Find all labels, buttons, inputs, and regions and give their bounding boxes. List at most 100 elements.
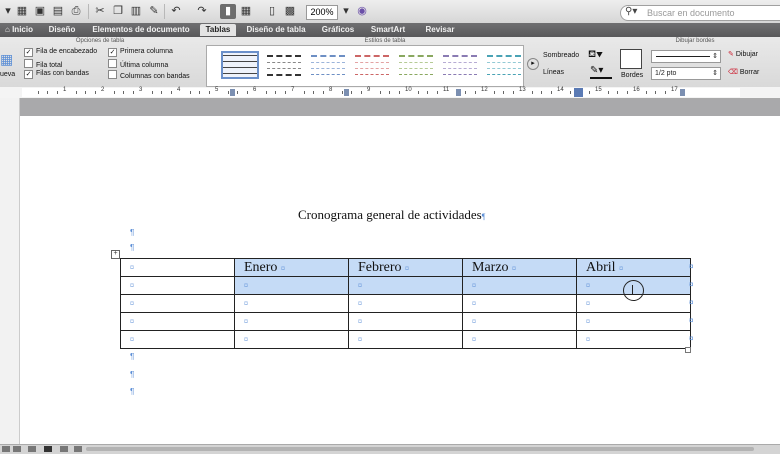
zoom-dropdown-icon[interactable]: ▾ <box>338 4 354 19</box>
table-cell[interactable]: ¤ <box>462 294 577 313</box>
table-cell[interactable]: ¤ <box>348 294 463 313</box>
table-style-swatch[interactable] <box>355 53 389 77</box>
column-marker[interactable] <box>456 89 461 96</box>
line-weight-dropdown[interactable]: 1/2 pto ⇕ <box>651 67 721 80</box>
erase-button[interactable]: ⌫ Borrar <box>728 68 759 76</box>
table-cell[interactable]: ¤ <box>348 330 463 349</box>
header-cell-enero[interactable]: Enero ¤ <box>234 258 349 277</box>
table-style-swatch[interactable] <box>267 53 301 77</box>
table-cell[interactable]: ¤ <box>120 330 235 349</box>
table-style-swatch[interactable] <box>399 53 433 77</box>
table-style-swatch[interactable] <box>443 53 477 77</box>
new-document-icon[interactable]: ▦ <box>14 4 30 19</box>
header-cell-abril[interactable]: Abril ¤ <box>576 258 691 277</box>
option-banded-columns[interactable]: Columnas con bandas <box>108 70 190 80</box>
checkbox-first-column[interactable]: ✓ <box>108 48 117 57</box>
header-cell-febrero[interactable]: Febrero ¤ <box>348 258 463 277</box>
table-cell[interactable]: ¤ <box>348 312 463 331</box>
pen-color-icon[interactable]: ✎▾ <box>590 65 603 76</box>
table-cell[interactable]: ¤ <box>234 276 349 295</box>
table-cell[interactable]: ¤ <box>234 294 349 313</box>
header-cell-marzo[interactable]: Marzo ¤ <box>462 258 577 277</box>
tab-diseno[interactable]: Diseño <box>44 24 80 36</box>
zoom-field[interactable]: 200% <box>306 5 338 20</box>
tab-inicio[interactable]: ⌂ Inicio <box>2 24 36 36</box>
table-style-swatch[interactable] <box>487 53 521 77</box>
cut-icon[interactable]: ✂ <box>92 4 108 19</box>
active-column-marker[interactable] <box>574 88 583 97</box>
option-banded-rows[interactable]: ✓ Filas con bandas <box>24 70 89 79</box>
table-cell[interactable]: ¤ <box>348 276 463 295</box>
focus-view-icon[interactable] <box>74 446 82 452</box>
table-move-handle[interactable]: + <box>111 250 120 259</box>
format-painter-icon[interactable]: ✎ <box>146 4 162 19</box>
tab-diseno-tabla[interactable]: Diseño de tabla <box>244 24 308 36</box>
document-title[interactable]: Cronograma general de actividades¶ <box>298 207 485 223</box>
option-total-row[interactable]: Fila total <box>24 59 62 69</box>
ruler-tick <box>655 91 656 94</box>
columns-icon[interactable]: ▯ <box>264 4 280 19</box>
table-styles-gallery[interactable] <box>206 45 524 87</box>
table-style-swatch[interactable] <box>311 53 345 77</box>
line-style-dropdown[interactable]: ⇕ <box>651 50 721 63</box>
table-icon[interactable]: ▦ <box>238 4 254 19</box>
templates-icon[interactable]: ▣ <box>32 4 48 19</box>
paste-icon[interactable]: ▥ <box>128 4 144 19</box>
table-cell[interactable]: ¤ <box>120 312 235 331</box>
column-marker[interactable] <box>680 89 685 96</box>
print-icon[interactable]: ⎙ <box>68 4 84 19</box>
checkbox-header-row[interactable]: ✓ <box>24 48 33 57</box>
paint-bucket-icon[interactable]: ⛾▾ <box>588 49 603 62</box>
scrollbar-thumb[interactable] <box>86 447 754 451</box>
checkbox-last-column[interactable] <box>108 59 117 68</box>
horizontal-ruler[interactable]: 1 2 3 4 5 6 7 8 9 10 11 12 13 14 15 16 17 <box>0 87 780 99</box>
table-cell[interactable]: ¤ <box>234 312 349 331</box>
print-layout-view-icon[interactable] <box>44 446 52 452</box>
new-table-label[interactable]: ueva <box>0 71 15 78</box>
checkbox-total-row[interactable] <box>24 59 33 68</box>
tab-elementos-documento[interactable]: Elementos de documento <box>88 24 194 36</box>
gallery-scroll-right-icon[interactable]: ▸ <box>527 58 539 70</box>
media-browser-icon[interactable]: ▩ <box>282 4 298 19</box>
table-style-swatch[interactable] <box>221 51 259 79</box>
table-cell[interactable]: ¤ <box>576 330 691 349</box>
tab-tablas[interactable]: Tablas <box>200 24 236 36</box>
table-cell[interactable]: ¤ <box>462 312 577 331</box>
help-icon[interactable]: ◉ <box>354 4 370 19</box>
tab-graficos[interactable]: Gráficos <box>318 24 358 36</box>
borders-label[interactable]: Bordes <box>621 72 643 79</box>
table-cell[interactable]: ¤ <box>576 312 691 331</box>
checkbox-banded-columns[interactable] <box>108 70 117 79</box>
table-resize-handle[interactable] <box>685 347 691 353</box>
tab-revisar[interactable]: Revisar <box>420 24 460 36</box>
checkbox-banded-rows[interactable]: ✓ <box>24 70 33 79</box>
table-cell[interactable]: ¤ <box>120 276 235 295</box>
search-field[interactable]: ⚲▾ Buscar en documento <box>620 5 780 21</box>
publishing-view-icon[interactable] <box>28 446 36 452</box>
save-icon[interactable]: ▤ <box>50 4 66 19</box>
new-table-icon[interactable]: ▦ <box>0 51 13 68</box>
draft-view-icon[interactable] <box>2 446 10 452</box>
table-cell[interactable]: ¤ <box>462 276 577 295</box>
column-marker[interactable] <box>344 89 349 96</box>
undo-icon[interactable]: ↶ <box>168 4 184 19</box>
outline-view-icon[interactable] <box>13 446 21 452</box>
draw-table-button[interactable]: ✎ Dibujar <box>728 50 758 58</box>
option-last-column[interactable]: Última columna <box>108 59 168 69</box>
option-first-column[interactable]: ✓ Primera columna <box>108 48 173 57</box>
schedule-table[interactable]: ¤ Enero ¤ Febrero ¤ Marzo ¤ Abril ¤ ¤ ¤ … <box>120 258 691 349</box>
option-header-row[interactable]: ✓ Fila de encabezado <box>24 48 97 57</box>
table-cell[interactable]: ¤ <box>462 330 577 349</box>
notebook-view-icon[interactable] <box>60 446 68 452</box>
table-cell[interactable]: ¤ <box>120 258 235 277</box>
table-cell[interactable]: ¤ <box>120 294 235 313</box>
tab-smartart[interactable]: SmartArt <box>366 24 410 36</box>
copy-icon[interactable]: ❐ <box>110 4 126 19</box>
ruler-tick <box>550 91 552 94</box>
sidebar-toggle-icon[interactable]: ▮ <box>220 4 236 19</box>
borders-icon[interactable] <box>620 49 642 69</box>
row-end-marker: ¤ <box>689 298 694 307</box>
table-cell[interactable]: ¤ <box>234 330 349 349</box>
redo-icon[interactable]: ↷ <box>194 4 210 19</box>
column-marker[interactable] <box>230 89 235 96</box>
